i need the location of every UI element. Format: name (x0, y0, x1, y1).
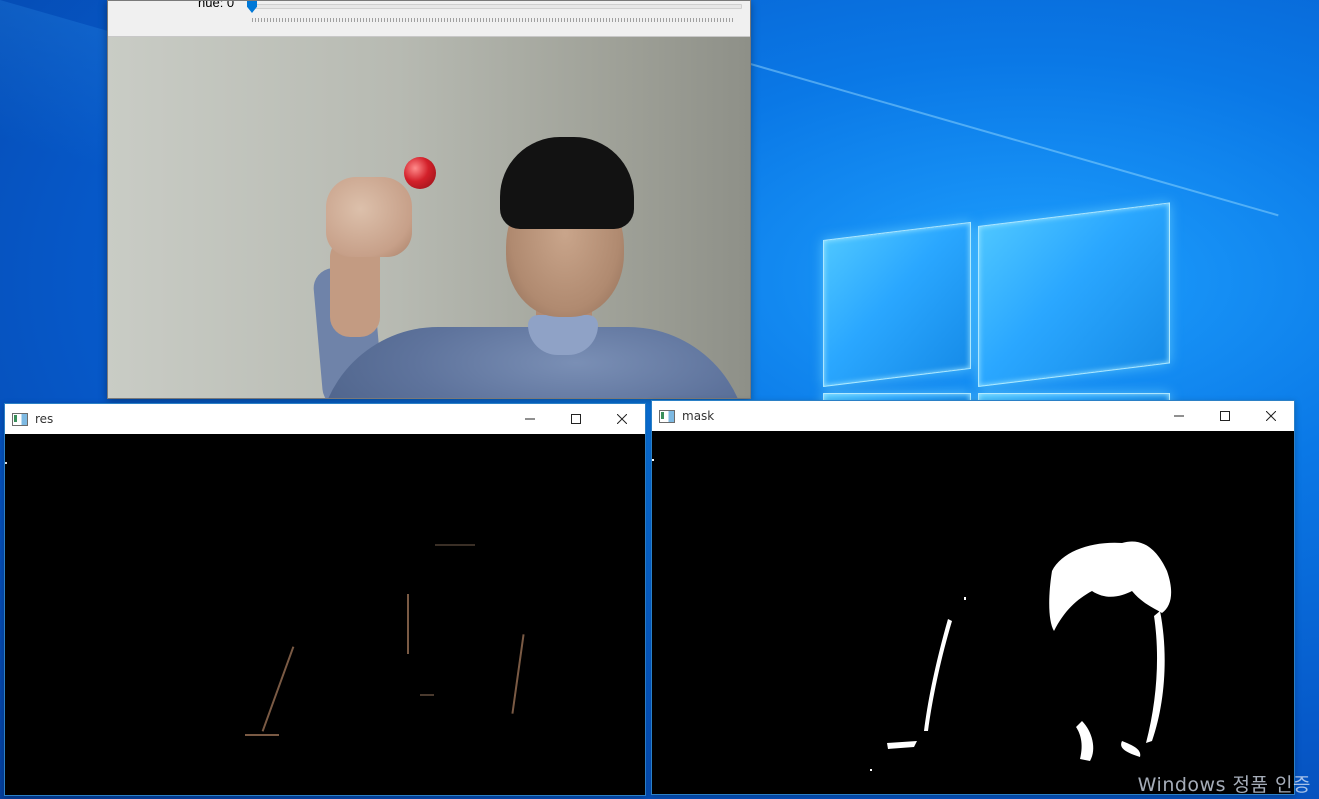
res-titlebar[interactable]: res (5, 404, 645, 434)
mask-neck-region (1076, 721, 1094, 761)
wallpaper-light-line (739, 60, 1279, 217)
res-edge-fragment (420, 694, 434, 696)
desktop: hue: 0 res mask Windows 정품 인증 (0, 0, 1319, 799)
trackbar-track[interactable] (253, 4, 742, 9)
trackbar-panel: hue: 0 (108, 1, 750, 37)
res-edge-fragment (511, 634, 525, 714)
camera-image (108, 37, 750, 398)
mask-window: mask (651, 400, 1295, 795)
mask-window-title: mask (682, 409, 715, 423)
res-image (5, 434, 645, 795)
camera-person-hair (500, 137, 634, 229)
app-window-icon (12, 412, 28, 426)
mask-noise-pixel (652, 459, 654, 461)
close-icon (1266, 411, 1276, 421)
trackbar-ticks (252, 18, 735, 22)
res-window-controls (507, 404, 645, 434)
mask-image (652, 431, 1294, 794)
maximize-icon (1220, 411, 1230, 421)
mask-hand-bottom (887, 741, 917, 749)
wallpaper-windows-logo-pane (978, 202, 1170, 387)
minimize-button[interactable] (507, 404, 553, 434)
trackbar-thumb[interactable] (247, 1, 257, 13)
maximize-button[interactable] (553, 404, 599, 434)
mask-noise-pixel (964, 597, 966, 600)
minimize-icon (1174, 415, 1184, 417)
close-button[interactable] (599, 404, 645, 434)
res-edge-fragment (261, 646, 295, 732)
close-icon (617, 414, 627, 424)
res-edge-fragment (245, 734, 279, 736)
camera-person-hand (326, 177, 412, 257)
mask-hair-region (1049, 541, 1172, 631)
mask-white-regions (652, 459, 1172, 771)
mask-titlebar[interactable]: mask (652, 401, 1294, 431)
camera-red-ball (404, 157, 436, 189)
res-window-title: res (35, 412, 54, 426)
mask-arm-edge (924, 619, 952, 731)
maximize-button[interactable] (1202, 401, 1248, 431)
wallpaper-windows-logo-pane (823, 221, 971, 387)
minimize-button[interactable] (1156, 401, 1202, 431)
mask-noise-pixel (870, 769, 872, 771)
maximize-icon (571, 414, 581, 424)
res-edge-fragment (435, 544, 475, 546)
minimize-icon (525, 418, 535, 420)
windows-activation-watermark: Windows 정품 인증 (1137, 774, 1311, 796)
app-window-icon (659, 409, 675, 423)
res-window: res (4, 403, 646, 796)
mask-face-edge-right (1146, 611, 1165, 743)
camera-frame-window: hue: 0 (107, 0, 751, 399)
res-edge-fragment (5, 462, 7, 464)
res-edge-fragment (407, 594, 409, 654)
close-button[interactable] (1248, 401, 1294, 431)
trackbar-label: hue: 0 (198, 0, 235, 10)
mask-shoulder-fragment (1121, 741, 1141, 757)
mask-window-controls (1156, 401, 1294, 431)
